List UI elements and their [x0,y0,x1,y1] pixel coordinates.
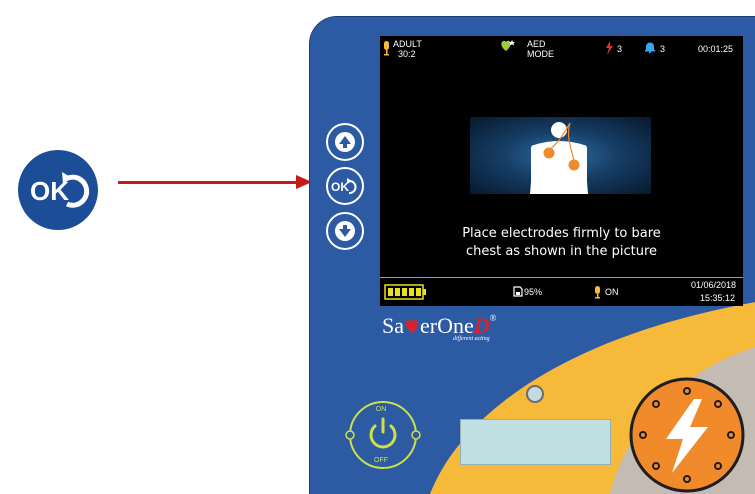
bell-icon [645,42,655,53]
status-bar: ADULT 30:2 AED MODE 3 3 00:01:25 [380,36,743,62]
arrow-up-icon [335,132,355,152]
brand-text-d: D [473,313,490,338]
ok-button[interactable]: OK [326,167,364,205]
voice-status: ON [605,287,619,297]
screen-bottom-bar: 95% ON 01/06/2018 15:35:12 [380,277,743,307]
ok-return-icon: OK [30,172,90,208]
bell-count: 3 [660,44,666,54]
memory-card-icon [513,286,523,297]
brand-text-er: er [420,313,438,338]
pointer-arrow [118,181,296,184]
brand-text-one: One [437,313,474,338]
elapsed-timer: 00:01:25 [698,44,734,54]
lcd-display-panel [460,419,611,465]
brand-tagline: different acting [453,336,490,342]
status-indicator-light [526,385,544,403]
alarm-count: 3 [617,44,623,54]
aed-device-panel: OK ADULT 30:2 AED MODE 3 3 00:01:25 Plac… [309,16,755,494]
instruction-line-2: chest as shown in the picture [465,244,658,259]
mode-ratio-label: 30:2 [398,49,416,59]
patient-torso-icon [530,122,588,194]
aed-mode-label: MODE [527,49,554,59]
power-off-label: OFF [374,457,388,464]
electrode-placement-illustration [470,117,651,194]
instruction-text: Place electrodes firmly to bare chest as… [420,225,703,261]
battery-full-icon [384,284,426,300]
time-label: 15:35:12 [700,293,736,303]
svg-text:OK: OK [331,180,349,194]
brand-text-sa: Sa [382,313,404,338]
alarm-bolt-icon [606,41,613,55]
device-screen: ADULT 30:2 AED MODE 3 3 00:01:25 Place e… [380,36,743,306]
power-on-label: ON [375,406,387,413]
down-arrow-button[interactable] [326,212,364,250]
memory-percent: 95% [524,287,543,297]
aed-label: AED [527,39,546,49]
shock-button[interactable] [628,377,746,493]
ok-callout-icon: OK [18,150,98,230]
date-label: 01/06/2018 [691,280,737,290]
instruction-line-1: Place electrodes firmly to bare [462,226,661,241]
up-arrow-button[interactable] [326,123,364,161]
power-icon [369,417,397,449]
microphone-icon [595,286,600,299]
ok-return-icon: OK [331,178,357,194]
arrow-down-icon [335,221,355,241]
heart-icon [501,40,515,51]
brand-heart-icon [405,320,419,333]
mode-adult-label: ADULT [393,39,422,49]
microphone-icon [384,41,389,56]
